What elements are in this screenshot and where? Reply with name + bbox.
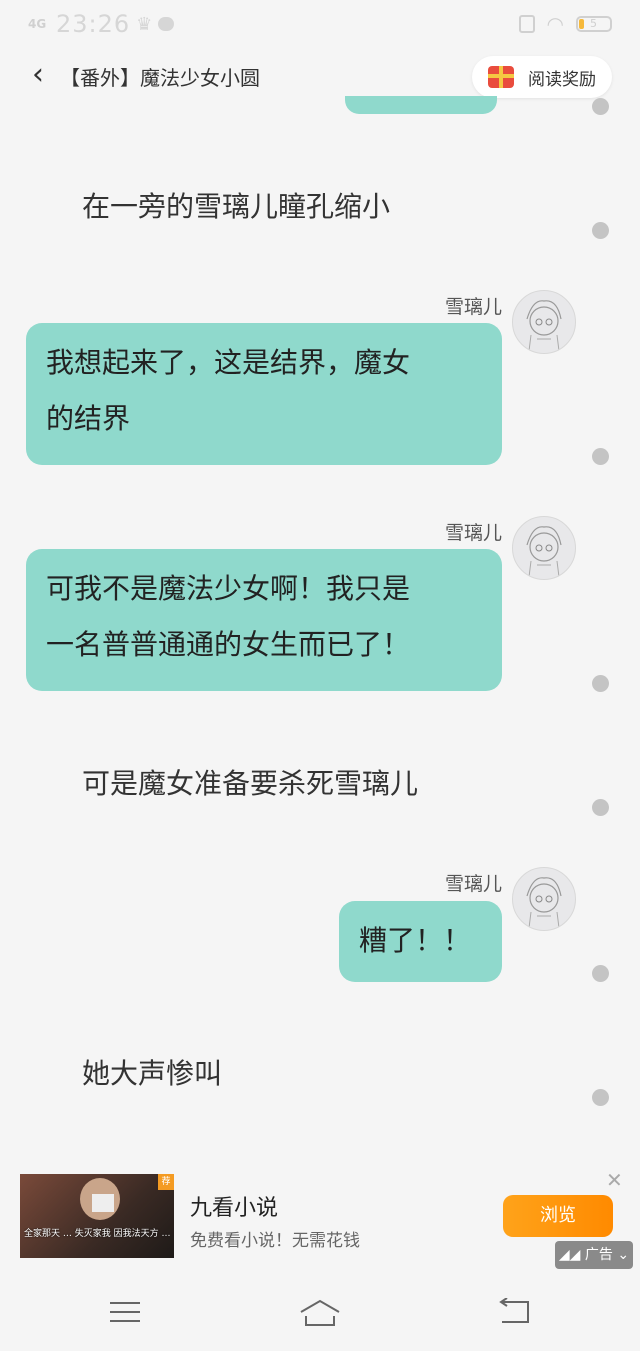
narration-text: 在一旁的雪璃儿瞳孔缩小: [82, 190, 391, 223]
status-bar: 4G 23:26 ♛ ◠ 5: [0, 0, 640, 50]
speaker-name: 雪璃儿: [444, 522, 502, 544]
chat-notification-icon: [158, 17, 175, 31]
read-dot: [592, 965, 609, 982]
reading-reward-label: 阅读奖励: [528, 69, 596, 90]
read-dot: [592, 448, 609, 465]
battery-icon: 5: [576, 16, 612, 32]
page-title: 【番外】魔法少女小圆: [60, 66, 260, 90]
chevron-down-icon: ⌄: [612, 1247, 630, 1263]
ad-banner[interactable]: 全家那天 … 失灭家我 因我法天方 … 荐 九看小说 免费看小说！无需花钱 浏览…: [0, 1160, 640, 1269]
status-time: 23:26: [56, 10, 131, 38]
system-nav-bar: [0, 1270, 640, 1351]
previous-bubble-fragment: [345, 96, 497, 114]
dialogue-line: 可我不是魔法少女啊！我只是: [46, 572, 411, 605]
gift-icon: [488, 66, 514, 88]
speaker-name: 雪璃儿: [444, 873, 502, 895]
dialogue-bubble: 我想起来了，这是结界，魔女 的结界: [26, 323, 502, 465]
no-sim-icon: [518, 15, 535, 33]
back-icon[interactable]: ‹: [32, 60, 44, 90]
ad-description: 免费看小说！无需花钱: [190, 1231, 360, 1251]
dialogue-line: 一名普普通通的女生而已了！: [46, 628, 411, 661]
battery-level: 5: [590, 17, 597, 30]
avatar[interactable]: [512, 516, 576, 580]
narration-text: 她大声惨叫: [82, 1057, 223, 1090]
ad-badge-label: 广告: [584, 1247, 613, 1263]
wifi-icon: ◠: [546, 12, 564, 36]
read-dot: [592, 675, 609, 692]
ad-badge[interactable]: ◢◢ 广告 ⌄: [555, 1241, 633, 1269]
read-dot: [592, 1089, 609, 1106]
crown-icon: ♛: [136, 13, 153, 35]
dialogue-bubble: 糟了！！: [339, 901, 502, 982]
reading-reward-button[interactable]: 阅读奖励: [472, 56, 612, 98]
dialogue-line: 的结界: [46, 402, 131, 435]
dialogue-bubble: 可我不是魔法少女啊！我只是 一名普普通通的女生而已了！: [26, 549, 502, 691]
read-dot: [592, 98, 609, 115]
dialogue-line: 我想起来了，这是结界，魔女: [46, 346, 411, 379]
read-dot: [592, 799, 609, 816]
signal-icon: 4G: [28, 17, 47, 31]
ad-tag-icon: 荐: [158, 1174, 174, 1190]
ad-browse-button[interactable]: 浏览: [503, 1195, 613, 1237]
back-nav-icon[interactable]: [498, 1298, 532, 1326]
menu-icon[interactable]: [110, 1302, 140, 1322]
dialogue-line: 糟了！！: [359, 924, 472, 957]
ad-thumbnail[interactable]: 全家那天 … 失灭家我 因我法天方 … 荐: [20, 1174, 174, 1258]
ad-thumbnail-caption: 全家那天 … 失灭家我 因我法天方 …: [24, 1229, 170, 1239]
avatar[interactable]: [512, 867, 576, 931]
ad-title: 九看小说: [190, 1196, 279, 1221]
home-icon[interactable]: [298, 1298, 342, 1328]
speaker-name: 雪璃儿: [444, 296, 502, 318]
close-icon[interactable]: ✕: [606, 1170, 623, 1190]
ad-logo-icon: ◢◢: [558, 1247, 585, 1263]
narration-text: 可是魔女准备要杀死雪璃儿: [82, 767, 419, 800]
read-dot: [592, 222, 609, 239]
avatar[interactable]: [512, 290, 576, 354]
top-nav: ‹ 【番外】魔法少女小圆 阅读奖励: [0, 50, 640, 106]
